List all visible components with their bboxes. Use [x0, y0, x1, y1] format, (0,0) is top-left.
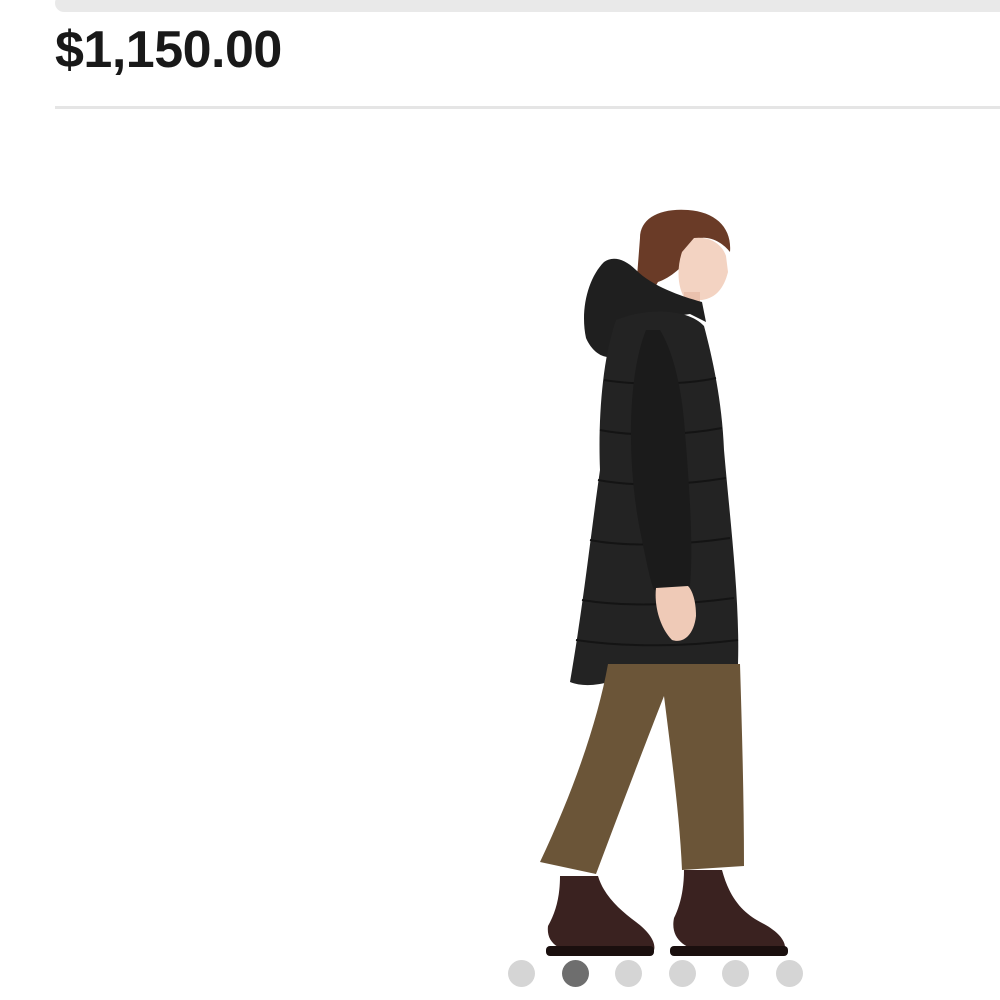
sole-right	[670, 946, 788, 956]
top-bar	[55, 0, 1000, 12]
boot-right	[673, 870, 786, 956]
carousel-dot-1[interactable]	[508, 960, 535, 987]
price-label: $1,150.00	[55, 21, 282, 79]
carousel-dot-3[interactable]	[615, 960, 642, 987]
carousel-dots	[0, 960, 1000, 988]
image-gallery[interactable]	[0, 112, 1000, 1000]
carousel-dot-4[interactable]	[668, 960, 696, 987]
listing-page: $1,150.00	[0, 0, 1000, 1000]
pants	[540, 664, 744, 874]
carousel-dot-5[interactable]	[722, 960, 749, 987]
product-image[interactable]	[0, 112, 1000, 1000]
divider	[55, 106, 1000, 109]
boot-left	[547, 876, 655, 956]
carousel-dot-2[interactable]	[561, 960, 589, 987]
sole-left	[546, 946, 654, 956]
carousel-dot-6[interactable]	[775, 960, 803, 987]
